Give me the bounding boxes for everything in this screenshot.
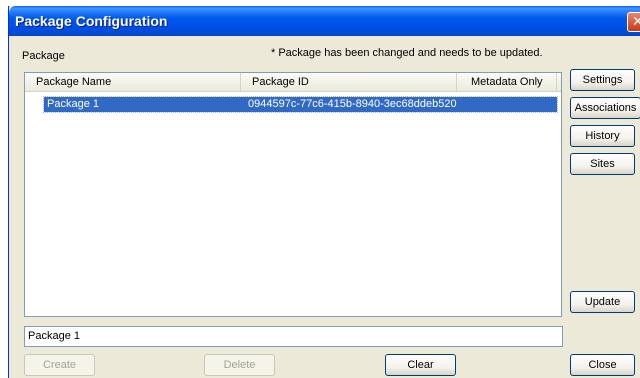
change-notice: * Package has been changed and needs to … [271,47,543,59]
package-list[interactable]: Package Name Package ID Metadata Only Pa… [24,72,562,317]
package-configuration-dialog: Package Configuration ✕ Package * Packag… [8,6,640,378]
clear-button[interactable]: Clear [385,354,456,376]
settings-button[interactable]: Settings [570,69,635,91]
window-title: Package Configuration [15,13,168,29]
close-window-button[interactable]: ✕ [627,12,640,32]
list-item[interactable]: Package 1 0944597c-77c6-415b-8940-3ec68d… [43,96,558,113]
close-button[interactable]: Close [570,354,635,376]
column-header-metadata-only[interactable]: Metadata Only [457,73,557,91]
package-label: Package [22,50,65,62]
update-button[interactable]: Update [570,291,635,313]
column-header-package-id[interactable]: Package ID [241,73,457,91]
delete-button[interactable]: Delete [204,354,275,376]
column-header-package-name[interactable]: Package Name [25,73,241,91]
package-name-cell: Package 1 [47,98,99,110]
history-button[interactable]: History [570,125,635,147]
close-icon: ✕ [632,13,640,29]
package-name-input[interactable]: Package 1 [24,326,563,347]
associations-button[interactable]: Associations [570,97,640,119]
create-button[interactable]: Create [24,354,95,376]
title-bar[interactable]: Package Configuration ✕ [9,6,640,36]
sites-button[interactable]: Sites [570,153,635,175]
package-id-cell: 0944597c-77c6-415b-8940-3ec68ddeb520 [248,98,457,110]
list-header: Package Name Package ID Metadata Only [25,73,561,92]
